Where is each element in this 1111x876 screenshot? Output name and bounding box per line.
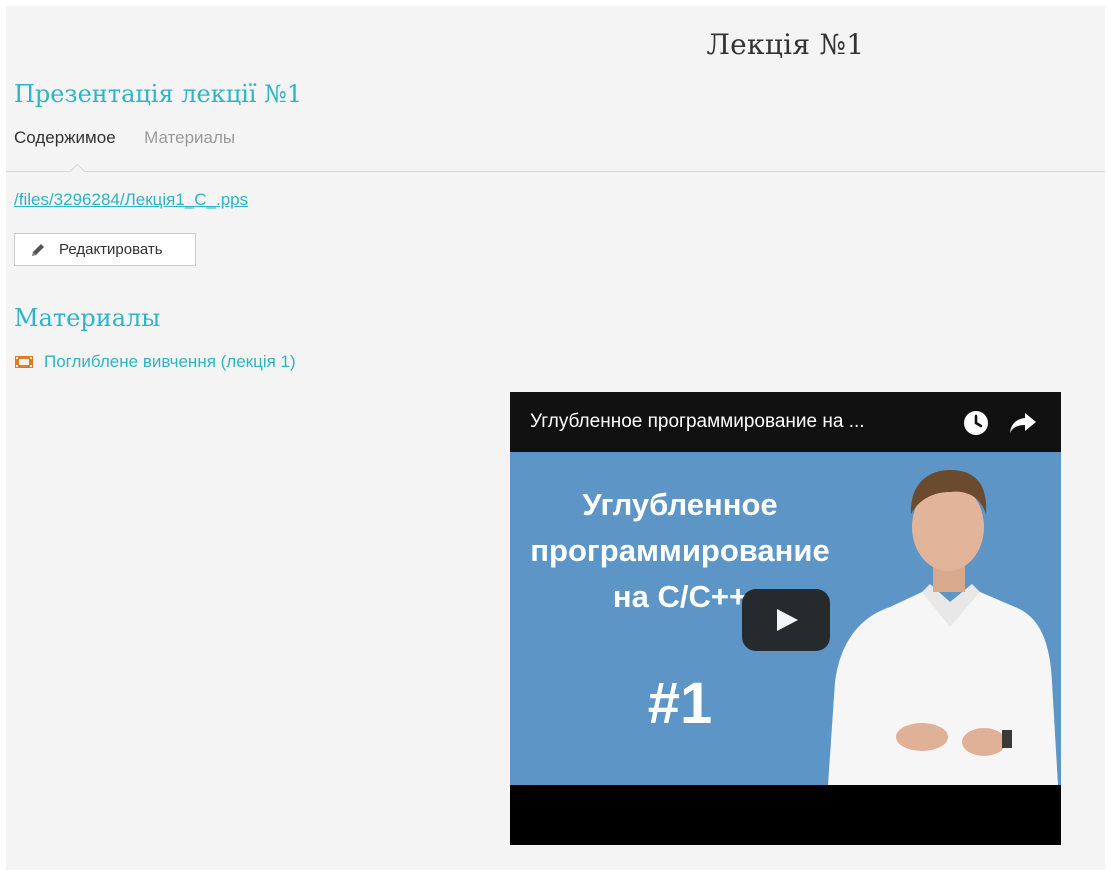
video-title-bar: Углубленное программирование на ... xyxy=(510,392,1061,452)
page-container: Лекція №1 Презентація лекції №1 Содержим… xyxy=(6,6,1105,870)
video-title[interactable]: Углубленное программирование на ... xyxy=(530,411,948,433)
edit-button-label: Редактировать xyxy=(59,241,163,258)
share-icon[interactable] xyxy=(1008,409,1038,437)
content-tabs: Содержимое Материалы xyxy=(14,128,1105,172)
play-icon xyxy=(777,609,798,631)
pencil-icon xyxy=(32,243,44,256)
video-embed[interactable]: Углубленное программирование на ... Углу… xyxy=(510,392,1061,845)
material-item[interactable]: Поглиблене вивчення (лекція 1) xyxy=(14,352,296,372)
video-bottom-bar xyxy=(510,785,1061,845)
tabs-divider xyxy=(6,171,1105,172)
film-icon xyxy=(15,356,33,368)
edit-button[interactable]: Редактировать xyxy=(14,233,196,266)
materials-title: Материалы xyxy=(14,304,161,332)
play-button[interactable] xyxy=(742,589,830,651)
material-item-label: Поглиблене вивчення (лекція 1) xyxy=(44,352,296,371)
page-title: Лекція №1 xyxy=(706,28,865,61)
file-link[interactable]: /files/3296284/Лекція1_C_.pps xyxy=(14,190,248,210)
watch-later-icon[interactable] xyxy=(962,409,990,437)
tab-content[interactable]: Содержимое xyxy=(14,128,116,148)
tab-materials[interactable]: Материалы xyxy=(144,128,235,148)
section-title: Презентація лекції №1 xyxy=(14,80,303,108)
